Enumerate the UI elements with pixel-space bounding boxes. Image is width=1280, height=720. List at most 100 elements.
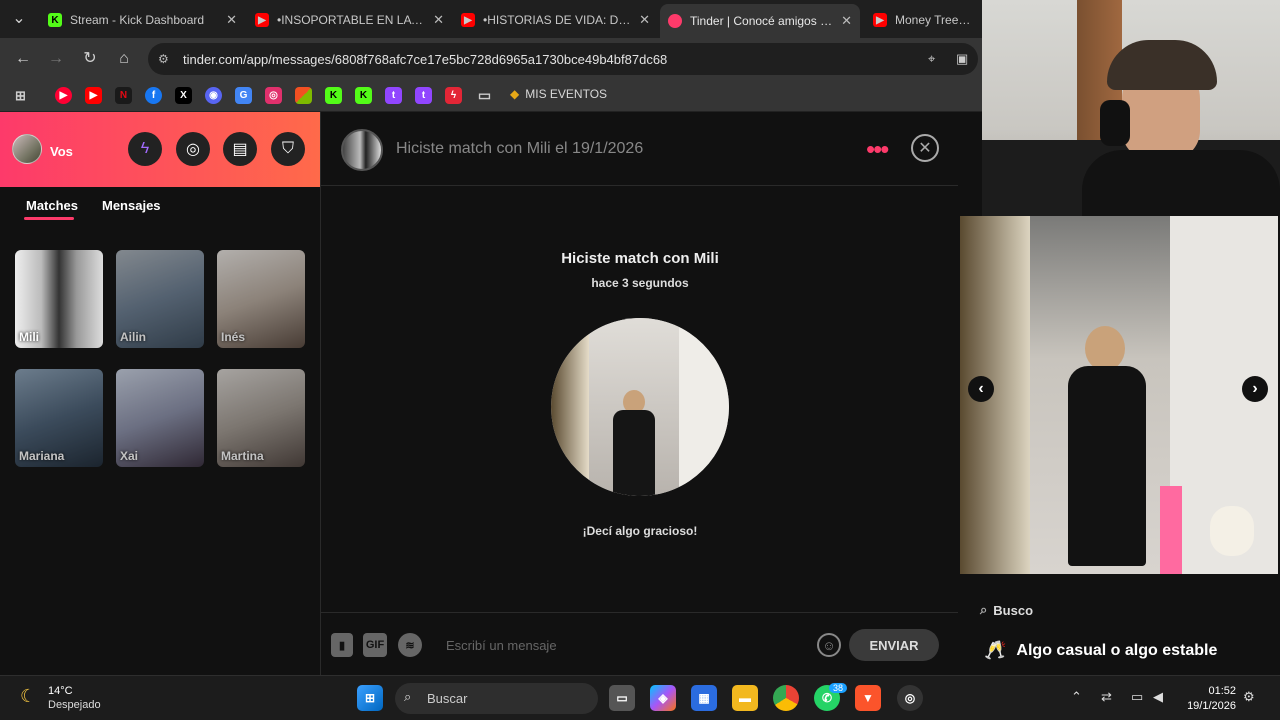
sidebar-header: Vos ϟ ◎ ▤ ⛉ (0, 112, 320, 187)
close-chat-icon[interactable]: ✕ (911, 134, 939, 162)
youtube-music-icon[interactable]: ▶ (55, 87, 72, 104)
system-clock[interactable]: 01:52 19/1/2026 (1180, 684, 1236, 714)
tab-messages[interactable]: Mensajes (102, 198, 161, 213)
url-field[interactable]: ⚙ tinder.com/app/messages/6808f768afc7ce… (148, 43, 978, 75)
twitch-icon[interactable]: t (415, 87, 432, 104)
search-icon: ⌕ (980, 602, 988, 617)
tab-tinder[interactable]: Tinder | Conocé amigos y g ✕ (660, 4, 860, 38)
weather-condition[interactable]: Despejado (48, 699, 101, 711)
netflix-icon[interactable]: N (115, 87, 132, 104)
message-input[interactable] (446, 633, 806, 657)
volume-icon[interactable]: ◀ (1153, 689, 1163, 705)
whatsapp-badge: 38 (829, 683, 848, 693)
file-explorer-icon[interactable]: ▬ (732, 685, 758, 711)
apps-grid-icon[interactable]: ⊞ (12, 87, 29, 104)
chat-header: Hiciste match con Mili el 19/1/2026 ••• … (321, 112, 959, 186)
match-name: Xai (120, 449, 139, 463)
close-tab-icon[interactable]: ✕ (226, 12, 237, 28)
tab-youtube-2[interactable]: ▶ •HISTORIAS DE VIDA: DANIE ✕ (453, 6, 658, 34)
tag-icon: ◆ (510, 87, 520, 101)
location-pin-icon[interactable]: ⌖ (928, 51, 935, 67)
next-photo-icon[interactable]: › (1242, 376, 1268, 402)
x-icon[interactable]: X (175, 87, 192, 104)
chrome-icon[interactable] (773, 685, 799, 711)
safety-shield-icon[interactable]: ⛉ (271, 132, 305, 166)
chevron-up-icon[interactable]: ⌃ (1071, 689, 1082, 705)
active-tab-indicator (24, 217, 74, 220)
tab-title: Stream - Kick Dashboard (70, 13, 205, 27)
notifications-icon[interactable]: ⚙ (1243, 689, 1255, 705)
search-placeholder: Buscar (427, 691, 468, 706)
match-card-mariana[interactable]: Mariana (15, 369, 103, 467)
close-tab-icon[interactable]: ✕ (639, 12, 650, 28)
send-button[interactable]: ENVIAR (849, 629, 939, 661)
chat-panel: Hiciste match con Mili el 19/1/2026 ••• … (320, 112, 959, 675)
search-icon: ⌕ (404, 689, 412, 704)
youtube-icon[interactable]: ▶ (85, 87, 102, 104)
close-tab-icon[interactable]: ✕ (841, 13, 852, 29)
gif-button[interactable]: GIF (363, 633, 387, 657)
tab-matches[interactable]: Matches (26, 198, 78, 213)
match-name: Mili (19, 330, 39, 344)
address-bar-row: ← → ↻ ⌂ ⚙ tinder.com/app/messages/6808f7… (0, 38, 982, 80)
task-view-icon[interactable]: ▭ (609, 685, 635, 711)
twitch-icon[interactable]: t (385, 87, 402, 104)
lightning-icon[interactable]: ϟ (445, 87, 462, 104)
store-icon[interactable]: ▦ (691, 685, 717, 711)
match-card-ines[interactable]: Inés (217, 250, 305, 348)
spotify-icon[interactable]: ≋ (398, 633, 422, 657)
previous-photo-icon[interactable]: ‹ (968, 376, 994, 402)
instagram-icon[interactable]: ◎ (265, 87, 282, 104)
my-profile-label[interactable]: Vos (50, 144, 73, 159)
contact-card-icon[interactable]: ▮ (331, 633, 353, 657)
explore-compass-icon[interactable]: ◎ (176, 132, 210, 166)
microsoft-icon[interactable] (295, 87, 312, 104)
briefcase-icon[interactable]: ▤ (223, 132, 257, 166)
tab-youtube-3[interactable]: ▶ Money Trees - Yo (865, 6, 982, 34)
taskbar-search[interactable]: ⌕ Buscar (395, 683, 598, 714)
windows-start-icon[interactable]: ⊞ (357, 685, 383, 711)
back-arrow-icon[interactable]: ← (12, 48, 34, 70)
emoji-icon[interactable]: ☺ (817, 633, 841, 657)
tab-youtube-1[interactable]: ▶ •INSOPORTABLE EN LA HEL ✕ (247, 6, 452, 34)
home-icon[interactable]: ⌂ (113, 48, 135, 70)
copilot-icon[interactable]: ◈ (650, 685, 676, 711)
boost-icon[interactable]: ϟ (128, 132, 162, 166)
kick-icon[interactable]: K (355, 87, 372, 104)
my-avatar[interactable] (12, 134, 42, 164)
forward-arrow-icon[interactable]: → (45, 48, 67, 70)
facebook-icon[interactable]: f (145, 87, 162, 104)
folder-icon[interactable]: ▭ (476, 87, 493, 104)
obs-icon[interactable]: ◎ (897, 685, 923, 711)
looking-for-value-text: Algo casual o algo estable (1016, 641, 1218, 659)
bookmark-mis-eventos[interactable]: ◆ MIS EVENTOS (510, 87, 607, 101)
looking-for-label: ⌕ Busco (980, 602, 1033, 618)
brave-icon[interactable]: ▼ (855, 685, 881, 711)
tab-kick-dashboard[interactable]: K Stream - Kick Dashboard ✕ (40, 6, 245, 34)
network-icon[interactable]: ▭ (1131, 689, 1143, 705)
match-card-martina[interactable]: Martina (217, 369, 305, 467)
match-name: Inés (221, 330, 246, 344)
discord-icon[interactable]: ◉ (205, 87, 222, 104)
match-card-mili[interactable]: Mili (15, 250, 103, 348)
site-settings-icon[interactable]: ⚙ (158, 52, 169, 66)
language-icon[interactable]: ⇄ (1101, 689, 1112, 705)
kick-icon[interactable]: K (325, 87, 342, 104)
match-name: Ailin (120, 330, 146, 344)
profile-photo[interactable] (960, 216, 1278, 574)
translate-icon[interactable]: G (235, 87, 252, 104)
match-avatar[interactable] (341, 129, 383, 171)
bookmarks-bar: ⊞ ▶ ▶ N f X ◉ G ◎ K K t t ϟ ▭ ◆ MIS EVEN… (0, 80, 982, 112)
more-options-icon[interactable]: ••• (866, 134, 889, 165)
match-card-ailin[interactable]: Ailin (116, 250, 204, 348)
looking-for-value: 🥂 Algo casual o algo estable (984, 640, 1217, 661)
reload-icon[interactable]: ↻ (79, 48, 101, 70)
install-app-icon[interactable]: ▣ (956, 51, 968, 67)
match-card-xai[interactable]: Xai (116, 369, 204, 467)
close-tab-icon[interactable]: ✕ (433, 12, 444, 28)
tab-search-chevron-icon[interactable]: ⌄ (8, 8, 30, 30)
url-text: tinder.com/app/messages/6808f768afc7ce17… (183, 51, 668, 67)
moon-weather-icon[interactable]: ☾ (20, 686, 36, 707)
champagne-icon: 🥂 (984, 640, 1007, 660)
weather-temperature[interactable]: 14°C (48, 685, 73, 697)
